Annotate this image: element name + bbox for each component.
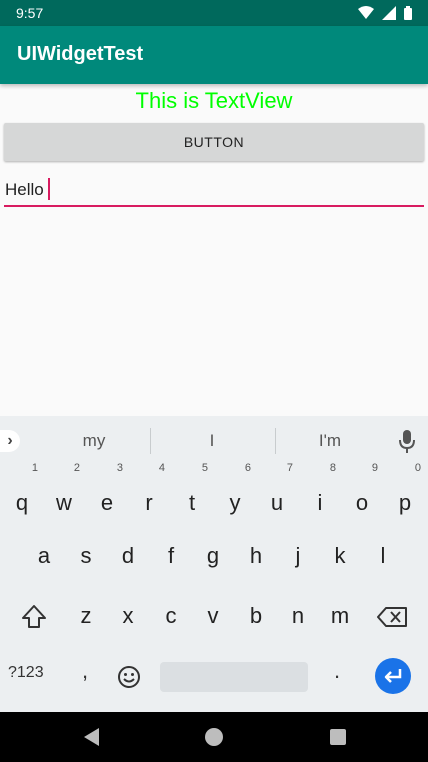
soft-keyboard: › my I I'm q1 w2 e3 r4 t5 y6 u7 i8 o9 p0…	[0, 416, 428, 712]
enter-icon	[384, 669, 402, 683]
key-r[interactable]: r4	[128, 462, 170, 526]
key-q[interactable]: q1	[1, 462, 43, 526]
key-c[interactable]: c	[150, 590, 192, 642]
edit-text-value: Hello	[5, 180, 44, 199]
key-label: u	[270, 490, 284, 515]
key-y[interactable]: y6	[214, 462, 256, 526]
key-h[interactable]: h	[235, 530, 277, 582]
key-hint: 4	[158, 462, 165, 474]
key-label: i	[317, 490, 323, 515]
main-content: This is TextView BUTTON Hello	[0, 84, 428, 416]
key-t[interactable]: t5	[171, 462, 213, 526]
key-m[interactable]: m	[319, 590, 361, 642]
enter-key[interactable]	[375, 658, 411, 694]
suggestion-divider	[150, 428, 151, 454]
wifi-icon	[358, 6, 374, 19]
key-label: t	[188, 490, 196, 515]
key-o[interactable]: o9	[341, 462, 383, 526]
suggestion-strip: › my I I'm	[0, 416, 428, 466]
key-a[interactable]: a	[23, 530, 65, 582]
suggestion-item[interactable]: my	[39, 431, 149, 451]
shift-icon[interactable]	[13, 596, 55, 638]
key-i[interactable]: i8	[299, 462, 341, 526]
space-key[interactable]	[160, 662, 308, 692]
key-f[interactable]: f	[150, 530, 192, 582]
text-cursor	[48, 178, 50, 200]
key-hint: 1	[31, 462, 38, 474]
main-button[interactable]: BUTTON	[4, 123, 424, 161]
app-title: UIWidgetTest	[17, 43, 144, 65]
status-bar: 9:57	[0, 0, 428, 26]
text-view: This is TextView	[135, 88, 293, 113]
backspace-icon[interactable]	[372, 596, 414, 638]
suggestion-item[interactable]: I	[157, 431, 267, 451]
key-hint: 9	[371, 462, 378, 474]
status-icons	[358, 6, 412, 20]
key-z[interactable]: z	[65, 590, 107, 642]
key-l[interactable]: l	[362, 530, 404, 582]
app-bar: UIWidgetTest	[0, 26, 428, 84]
edit-text[interactable]: Hello	[4, 175, 424, 207]
emoji-icon[interactable]	[116, 664, 142, 690]
key-label: r	[145, 490, 153, 515]
nav-back-icon[interactable]	[84, 728, 100, 746]
key-x[interactable]: x	[107, 590, 149, 642]
key-u[interactable]: u7	[256, 462, 298, 526]
key-label: w	[56, 490, 72, 515]
key-n[interactable]: n	[277, 590, 319, 642]
key-e[interactable]: e3	[86, 462, 128, 526]
key-g[interactable]: g	[192, 530, 234, 582]
key-label: p	[398, 490, 412, 515]
key-p[interactable]: p0	[384, 462, 426, 526]
key-hint: 6	[244, 462, 251, 474]
key-d[interactable]: d	[107, 530, 149, 582]
nav-recents-icon[interactable]	[330, 729, 346, 745]
key-label: q	[15, 490, 29, 515]
key-label: y	[229, 490, 241, 515]
suggestion-item[interactable]: I'm	[275, 431, 385, 451]
key-b[interactable]: b	[235, 590, 277, 642]
key-label: e	[100, 490, 114, 515]
key-hint: 0	[414, 462, 421, 474]
symbols-key[interactable]: ?123	[8, 664, 44, 682]
microphone-icon[interactable]	[398, 430, 416, 454]
key-v[interactable]: v	[192, 590, 234, 642]
period-key[interactable]: .	[334, 658, 340, 684]
key-hint: 3	[116, 462, 123, 474]
key-w[interactable]: w2	[43, 462, 85, 526]
status-time: 9:57	[16, 5, 44, 21]
chevron-right-icon[interactable]: ›	[0, 430, 20, 452]
key-hint: 2	[73, 462, 80, 474]
key-hint: 7	[286, 462, 293, 474]
key-s[interactable]: s	[65, 530, 107, 582]
comma-key[interactable]: ,	[82, 658, 88, 684]
navigation-bar	[0, 712, 428, 762]
key-hint: 8	[329, 462, 336, 474]
signal-icon	[382, 6, 396, 20]
key-k[interactable]: k	[319, 530, 361, 582]
key-hint: 5	[201, 462, 208, 474]
battery-icon	[404, 6, 412, 20]
edit-text-underline	[4, 205, 424, 207]
nav-home-icon[interactable]	[205, 728, 223, 746]
key-label: o	[355, 490, 369, 515]
key-j[interactable]: j	[277, 530, 319, 582]
